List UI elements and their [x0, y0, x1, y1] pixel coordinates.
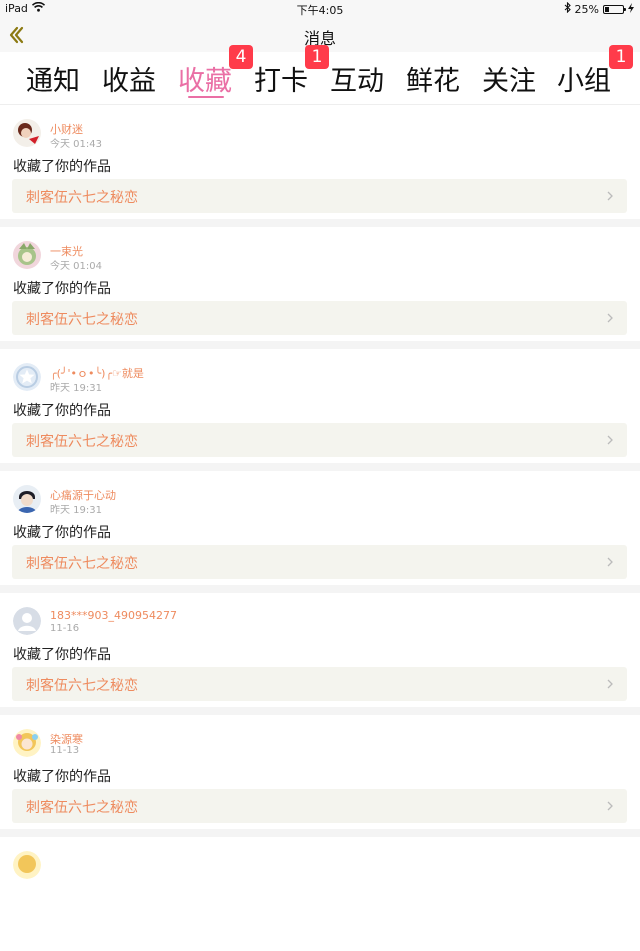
status-bar: iPad 下午4:05 25%: [0, 0, 640, 18]
favorites-feed: 小财迷 今天 01:43 收藏了你的作品 刺客伍六七之秘恋 一束光 今天 01:…: [0, 105, 640, 951]
work-link[interactable]: 刺客伍六七之秘恋: [12, 179, 627, 213]
chevron-right-icon: [607, 435, 613, 445]
list-item: 心痛源于心动 昨天 19:31 收藏了你的作品 刺客伍六七之秘恋: [0, 471, 640, 585]
charging-icon: [628, 2, 634, 16]
tab-checkin[interactable]: 打卡: [254, 59, 308, 98]
timestamp: 11-13: [50, 745, 80, 756]
work-link[interactable]: 刺客伍六七之秘恋: [12, 545, 627, 579]
list-item: ╭(╯'•ｏ•╰)╭☞就是 昨天 19:31 收藏了你的作品 刺客伍六七之秘恋: [0, 349, 640, 463]
bluetooth-icon: [564, 1, 571, 16]
tab-favorites[interactable]: 收藏: [178, 59, 232, 98]
separator: [0, 463, 640, 471]
tab-notifications[interactable]: 通知: [26, 59, 80, 98]
chevron-right-icon: [607, 191, 613, 201]
avatar[interactable]: [13, 241, 41, 269]
timestamp: 11-16: [50, 623, 80, 634]
work-link[interactable]: 刺客伍六七之秘恋: [12, 423, 627, 457]
tab-interaction[interactable]: 互动: [330, 59, 384, 98]
timestamp: 今天 01:43: [50, 139, 102, 150]
timestamp: 昨天 19:31: [50, 505, 102, 516]
avatar[interactable]: [13, 119, 41, 147]
work-link[interactable]: 刺客伍六七之秘恋: [12, 667, 627, 701]
separator: [0, 219, 640, 227]
username[interactable]: 183***903_490954277: [50, 609, 177, 622]
list-item-partial: [0, 837, 640, 951]
groups-badge: 1: [609, 45, 633, 69]
avatar[interactable]: [13, 607, 41, 635]
chevron-right-icon: [607, 313, 613, 323]
work-link[interactable]: 刺客伍六七之秘恋: [12, 301, 627, 335]
work-link[interactable]: 刺客伍六七之秘恋: [12, 789, 627, 823]
avatar[interactable]: [13, 363, 41, 391]
action-text: 收藏了你的作品: [13, 525, 111, 541]
separator: [0, 585, 640, 593]
timestamp: 昨天 19:31: [50, 383, 102, 394]
list-item: 一束光 今天 01:04 收藏了你的作品 刺客伍六七之秘恋: [0, 227, 640, 341]
avatar[interactable]: [13, 851, 41, 879]
battery-percent: 25%: [574, 2, 599, 16]
tab-groups[interactable]: 小组: [557, 59, 611, 98]
status-right: 25%: [564, 1, 634, 16]
separator: [0, 707, 640, 715]
action-text: 收藏了你的作品: [13, 647, 111, 663]
work-title: 刺客伍六七之秘恋: [26, 800, 138, 816]
battery-tip: [624, 7, 626, 11]
avatar[interactable]: [13, 485, 41, 513]
timestamp: 今天 01:04: [50, 261, 102, 272]
action-text: 收藏了你的作品: [13, 403, 111, 419]
list-item: 染源寒 11-13 收藏了你的作品 刺客伍六七之秘恋: [0, 715, 640, 829]
work-title: 刺客伍六七之秘恋: [26, 434, 138, 450]
separator: [0, 341, 640, 349]
avatar[interactable]: [13, 729, 41, 757]
status-time: 下午4:05: [296, 4, 344, 17]
tab-earnings[interactable]: 收益: [102, 59, 156, 98]
chevron-right-icon: [607, 679, 613, 689]
tab-flowers[interactable]: 鲜花: [406, 59, 460, 98]
action-text: 收藏了你的作品: [13, 281, 111, 297]
favorites-badge: 4: [229, 45, 253, 69]
checkin-badge: 1: [305, 45, 329, 69]
battery-level: [605, 6, 610, 12]
message-tabs: 通知 收益 收藏 打卡 互动 鲜花 关注 小组 4 1 1: [0, 45, 640, 105]
action-text: 收藏了你的作品: [13, 769, 111, 785]
work-title: 刺客伍六七之秘恋: [26, 678, 138, 694]
active-tab-indicator: [188, 96, 224, 98]
battery-icon: [603, 4, 626, 14]
work-title: 刺客伍六七之秘恋: [26, 312, 138, 328]
action-text: 收藏了你的作品: [13, 159, 111, 175]
tab-follows[interactable]: 关注: [482, 59, 536, 98]
chevron-right-icon: [607, 801, 613, 811]
work-title: 刺客伍六七之秘恋: [26, 556, 138, 572]
work-title: 刺客伍六七之秘恋: [26, 190, 138, 206]
list-item: 183***903_490954277 11-16 收藏了你的作品 刺客伍六七之…: [0, 593, 640, 707]
separator: [0, 829, 640, 837]
list-item: 小财迷 今天 01:43 收藏了你的作品 刺客伍六七之秘恋: [0, 105, 640, 219]
chevron-right-icon: [607, 557, 613, 567]
